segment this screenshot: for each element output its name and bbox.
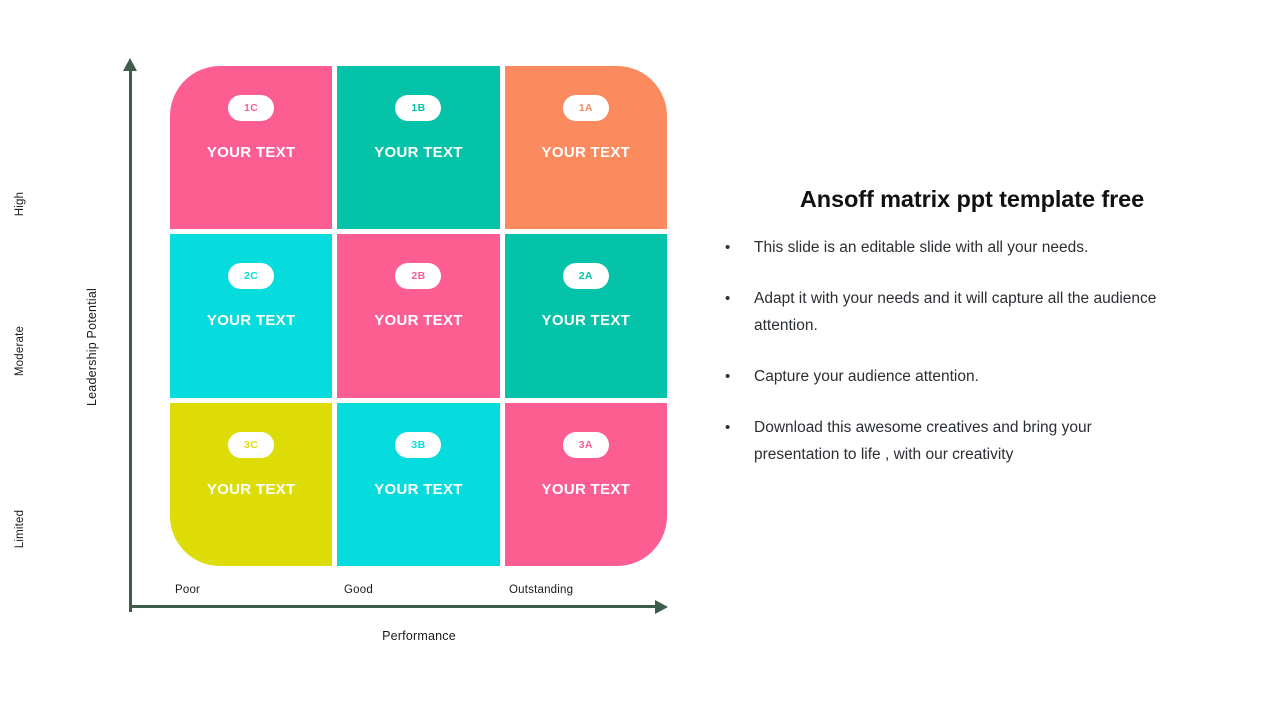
matrix-cell[interactable]: 3A YOUR TEXT bbox=[504, 402, 667, 566]
list-item: • Download this awesome creatives and br… bbox=[722, 414, 1172, 468]
cell-label: YOUR TEXT bbox=[374, 144, 463, 162]
cell-badge: 3A bbox=[562, 431, 609, 458]
text-panel: Ansoff matrix ppt template free • This s… bbox=[722, 0, 1222, 720]
cell-badge: 1C bbox=[228, 95, 275, 121]
y-axis-tick-moderate: Moderate bbox=[14, 325, 26, 377]
cell-label: YOUR TEXT bbox=[206, 312, 296, 330]
matrix-cell[interactable]: 1B YOUR TEXT bbox=[337, 66, 500, 230]
cell-badge: 2B bbox=[395, 263, 442, 290]
cell-label: YOUR TEXT bbox=[206, 144, 296, 162]
list-item: • This slide is an editable slide with a… bbox=[722, 234, 1172, 261]
bullet-marker-icon: • bbox=[725, 290, 731, 307]
matrix-cell[interactable]: 2B YOUR TEXT bbox=[337, 234, 500, 398]
y-axis-line bbox=[129, 66, 132, 612]
cell-label: YOUR TEXT bbox=[206, 480, 296, 498]
matrix-cell[interactable]: 3B YOUR TEXT bbox=[337, 402, 500, 566]
list-item-text: Download this awesome creatives and brin… bbox=[754, 419, 1092, 463]
cell-label: YOUR TEXT bbox=[374, 480, 463, 498]
bullet-list: • This slide is an editable slide with a… bbox=[722, 234, 1172, 492]
x-axis-title: Performance bbox=[382, 629, 456, 643]
y-axis-arrowhead-icon bbox=[123, 58, 137, 71]
cell-badge: 2A bbox=[562, 263, 609, 290]
matrix-cell[interactable]: 1A YOUR TEXT bbox=[504, 66, 667, 230]
bullet-marker-icon: • bbox=[725, 239, 731, 256]
matrix-cell[interactable]: 2A YOUR TEXT bbox=[504, 234, 667, 398]
y-axis-tick-limited: Limited bbox=[14, 509, 26, 549]
list-item: • Capture your audience attention. bbox=[722, 363, 1172, 390]
cell-label: YOUR TEXT bbox=[541, 480, 631, 498]
y-axis-title: Leadership Potential bbox=[85, 288, 99, 406]
x-axis-arrowhead-icon bbox=[655, 600, 668, 614]
matrix-cell[interactable]: 1C YOUR TEXT bbox=[170, 66, 333, 230]
x-axis-line bbox=[129, 605, 659, 608]
y-axis-tick-high: High bbox=[14, 191, 26, 217]
cell-label: YOUR TEXT bbox=[541, 312, 631, 330]
list-item-text: This slide is an editable slide with all… bbox=[754, 239, 1089, 256]
x-axis-tick-good: Good bbox=[344, 584, 373, 596]
cell-label: YOUR TEXT bbox=[374, 312, 463, 330]
bullet-marker-icon: • bbox=[725, 419, 731, 436]
cell-badge: 1A bbox=[562, 95, 609, 121]
cell-badge: 1B bbox=[395, 95, 442, 121]
cell-label: YOUR TEXT bbox=[541, 144, 631, 162]
page-title: Ansoff matrix ppt template free bbox=[799, 186, 1145, 212]
list-item-text: Adapt it with your needs and it will cap… bbox=[754, 290, 1157, 334]
cell-badge: 2C bbox=[228, 263, 275, 290]
list-item-text: Capture your audience attention. bbox=[754, 368, 979, 385]
matrix-diagram: Leadership Potential Performance High Mo… bbox=[0, 0, 700, 720]
list-item: • Adapt it with your needs and it will c… bbox=[722, 285, 1172, 339]
x-axis-tick-outstanding: Outstanding bbox=[509, 584, 574, 596]
matrix-cell[interactable]: 3C YOUR TEXT bbox=[170, 402, 333, 566]
cell-badge: 3C bbox=[228, 431, 275, 458]
cell-badge: 3B bbox=[395, 431, 442, 458]
matrix-cell[interactable]: 2C YOUR TEXT bbox=[170, 234, 333, 398]
x-axis-tick-poor: Poor bbox=[175, 584, 201, 596]
matrix-grid: 1C YOUR TEXT 1B YOUR TEXT 1A YOUR TEXT 2… bbox=[170, 66, 667, 566]
bullet-marker-icon: • bbox=[725, 368, 731, 385]
